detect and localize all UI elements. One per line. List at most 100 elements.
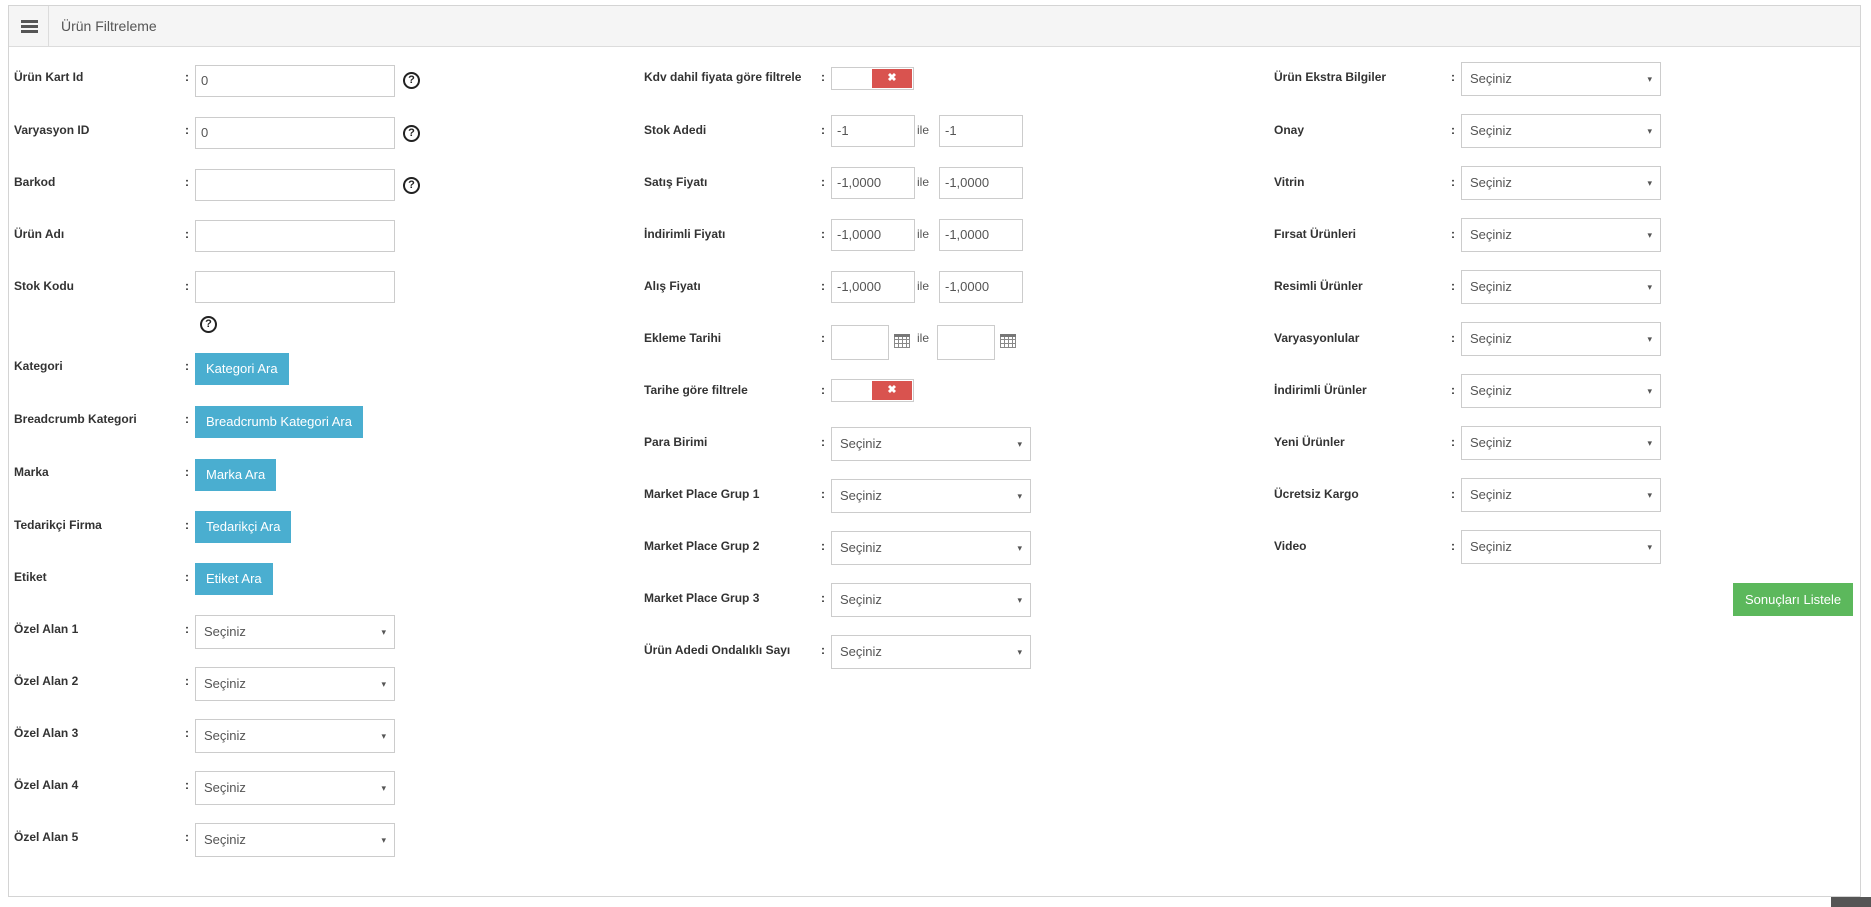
alis-fiyati-max-input[interactable]: -1,0000 xyxy=(939,271,1023,303)
mp-grup-1-select[interactable]: Seçiniz ▾ xyxy=(831,479,1031,513)
select-value: Seçiniz xyxy=(204,780,246,795)
etiket-ara-button[interactable]: Etiket Ara xyxy=(195,563,273,595)
indirimli-fiyati-max-input[interactable]: -1,0000 xyxy=(939,219,1023,251)
satis-fiyati-min-input[interactable]: -1,0000 xyxy=(831,167,915,199)
colon: : xyxy=(185,412,189,426)
kdv-filter-label: Kdv dahil fiyata göre filtrele xyxy=(644,70,802,84)
colon: : xyxy=(821,227,825,241)
stok-kodu-label: Stok Kodu xyxy=(14,279,74,293)
select-value: Seçiniz xyxy=(1470,175,1512,190)
vitrin-select[interactable]: Seçiniz ▾ xyxy=(1461,166,1661,200)
ozel-alan-4-select[interactable]: Seçiniz ▾ xyxy=(195,771,395,805)
help-icon[interactable]: ? xyxy=(403,125,420,142)
marka-ara-button[interactable]: Marka Ara xyxy=(195,459,277,491)
caret-down-icon: ▾ xyxy=(1647,126,1652,136)
indirimli-fiyati-min-input[interactable]: -1,0000 xyxy=(831,219,915,251)
colon: : xyxy=(821,487,825,501)
mp-grup-2-label: Market Place Grup 2 xyxy=(644,539,760,553)
colon: : xyxy=(185,830,189,844)
varyasyonlular-select[interactable]: Seçiniz ▾ xyxy=(1461,322,1661,356)
range-separator: ile xyxy=(917,175,930,189)
video-select[interactable]: Seçiniz ▾ xyxy=(1461,530,1661,564)
barkod-input[interactable] xyxy=(195,169,395,201)
calendar-icon[interactable] xyxy=(894,334,910,348)
alis-fiyati-label: Alış Fiyatı xyxy=(644,279,701,293)
resimli-urunler-select[interactable]: Seçiniz ▾ xyxy=(1461,270,1661,304)
varyasyon-id-input[interactable]: 0 xyxy=(195,117,395,149)
mp-grup-3-select[interactable]: Seçiniz ▾ xyxy=(831,583,1031,617)
onay-select[interactable]: Seçiniz ▾ xyxy=(1461,114,1661,148)
stok-kodu-input[interactable] xyxy=(195,271,395,303)
colon: : xyxy=(1451,123,1455,137)
ozel-alan-3-select[interactable]: Seçiniz ▾ xyxy=(195,719,395,753)
urun-ekstra-select[interactable]: Seçiniz ▾ xyxy=(1461,62,1661,96)
caret-down-icon: ▾ xyxy=(1647,438,1652,448)
ekleme-tarihi-from-input[interactable] xyxy=(831,325,889,360)
colon: : xyxy=(1451,175,1455,189)
colon: : xyxy=(821,279,825,293)
select-value: Seçiniz xyxy=(204,624,246,639)
tarih-filter-toggle[interactable]: ✖ xyxy=(831,379,914,402)
calendar-icon[interactable] xyxy=(1000,334,1016,348)
colon: : xyxy=(1451,279,1455,293)
stok-adedi-min-input[interactable]: -1 xyxy=(831,115,915,147)
ucretsiz-kargo-select[interactable]: Seçiniz ▾ xyxy=(1461,478,1661,512)
mp-grup-2-select[interactable]: Seçiniz ▾ xyxy=(831,531,1031,565)
select-value: Seçiniz xyxy=(204,832,246,847)
stok-adedi-max-input[interactable]: -1 xyxy=(939,115,1023,147)
colon: : xyxy=(185,123,189,137)
select-value: Seçiniz xyxy=(1470,123,1512,138)
indirimli-urunler-select[interactable]: Seçiniz ▾ xyxy=(1461,374,1661,408)
filter-panel: Ürün Filtreleme Ürün Kart Id : 0 ? Varya… xyxy=(8,5,1861,897)
mp-grup-3-label: Market Place Grup 3 xyxy=(644,591,760,605)
varyasyon-id-label: Varyasyon ID xyxy=(14,123,90,137)
colon: : xyxy=(1451,227,1455,241)
yeni-urunler-select[interactable]: Seçiniz ▾ xyxy=(1461,426,1661,460)
range-separator: ile xyxy=(917,123,930,137)
urun-adedi-ondalikli-select[interactable]: Seçiniz ▾ xyxy=(831,635,1031,669)
colon: : xyxy=(185,175,189,189)
ozel-alan-5-select[interactable]: Seçiniz ▾ xyxy=(195,823,395,857)
caret-down-icon: ▾ xyxy=(1017,491,1022,501)
panel-title: Ürün Filtreleme xyxy=(61,18,157,34)
scroll-corner xyxy=(1831,897,1871,907)
caret-down-icon: ▾ xyxy=(1017,595,1022,605)
breadcrumb-kategori-ara-button[interactable]: Breadcrumb Kategori Ara xyxy=(195,406,363,438)
range-separator: ile xyxy=(917,331,930,345)
kategori-ara-button[interactable]: Kategori Ara xyxy=(195,353,289,385)
urun-kart-id-input[interactable]: 0 xyxy=(195,65,395,97)
select-value: Seçiniz xyxy=(1470,227,1512,242)
colon: : xyxy=(821,435,825,449)
select-value: Seçiniz xyxy=(1470,331,1512,346)
colon: : xyxy=(821,175,825,189)
caret-down-icon: ▾ xyxy=(381,679,386,689)
help-icon[interactable]: ? xyxy=(403,72,420,89)
colon: : xyxy=(821,539,825,553)
caret-down-icon: ▾ xyxy=(1647,282,1652,292)
urun-adi-input[interactable] xyxy=(195,220,395,252)
tedarikci-ara-button[interactable]: Tedarikçi Ara xyxy=(195,511,292,543)
alis-fiyati-min-input[interactable]: -1,0000 xyxy=(831,271,915,303)
caret-down-icon: ▾ xyxy=(1647,334,1652,344)
select-value: Seçiniz xyxy=(840,488,882,503)
ekleme-tarihi-to-input[interactable] xyxy=(937,325,995,360)
colon: : xyxy=(821,383,825,397)
ozel-alan-1-select[interactable]: Seçiniz ▾ xyxy=(195,615,395,649)
urun-ekstra-label: Ürün Ekstra Bilgiler xyxy=(1274,70,1387,84)
ozel-alan-5-label: Özel Alan 5 xyxy=(14,830,79,844)
ozel-alan-1-label: Özel Alan 1 xyxy=(14,622,79,636)
help-icon[interactable]: ? xyxy=(403,177,420,194)
ozel-alan-2-select[interactable]: Seçiniz ▾ xyxy=(195,667,395,701)
sonuclari-listele-button[interactable]: Sonuçları Listele xyxy=(1733,583,1854,616)
help-icon[interactable]: ? xyxy=(200,316,217,333)
caret-down-icon: ▾ xyxy=(1647,542,1652,552)
firsat-urunleri-select[interactable]: Seçiniz ▾ xyxy=(1461,218,1661,252)
barkod-label: Barkod xyxy=(14,175,56,189)
hamburger-menu-icon[interactable] xyxy=(9,6,49,46)
kdv-filter-toggle[interactable]: ✖ xyxy=(831,67,914,90)
para-birimi-select[interactable]: Seçiniz ▾ xyxy=(831,427,1031,461)
colon: : xyxy=(185,726,189,740)
satis-fiyati-max-input[interactable]: -1,0000 xyxy=(939,167,1023,199)
urun-kart-id-label: Ürün Kart Id xyxy=(14,70,84,84)
select-value: Seçiniz xyxy=(204,728,246,743)
